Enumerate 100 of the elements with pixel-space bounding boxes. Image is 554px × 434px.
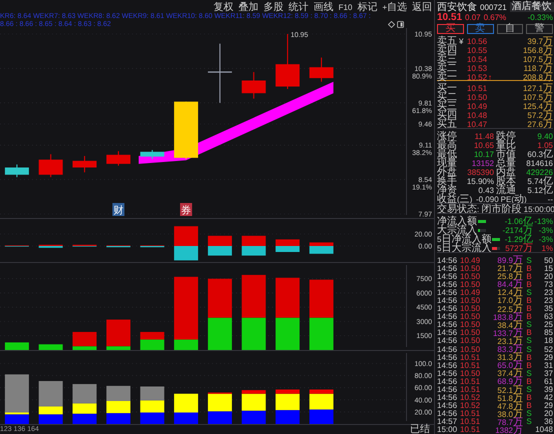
toolbar-button[interactable]: +自选	[382, 3, 407, 13]
stat-value: 429226	[525, 168, 553, 176]
toolbar-button[interactable]: 统计	[288, 3, 309, 13]
trade-side: B	[526, 401, 532, 410]
diamond-icon[interactable]	[388, 20, 395, 28]
trade-price: 10.50	[460, 328, 482, 338]
level-label: 买四	[437, 111, 457, 120]
sector-change: -0.33%	[528, 13, 553, 22]
trade-count: 35	[543, 304, 553, 314]
sector-tag[interactable]: 酒店餐饮	[510, 2, 554, 12]
ask-volume: 107.5万	[522, 54, 553, 65]
stat-label: 最低	[437, 149, 457, 160]
trade-side: S	[526, 288, 532, 297]
trade-time: 14:56	[437, 409, 458, 418]
bid-volume: 57.2万	[526, 110, 553, 121]
candle	[106, 150, 130, 166]
stat-value: 5.12亿	[526, 185, 553, 197]
stat-value: 10.17	[472, 150, 494, 158]
volume-bar	[242, 318, 266, 350]
trade-time: 14:56	[437, 272, 458, 281]
toolbar-button[interactable]: 画线	[314, 3, 334, 13]
trade-price: 10.51	[460, 360, 482, 370]
ratio-bar	[106, 401, 130, 414]
trade-count: 42	[543, 393, 553, 402]
trade-side: B	[526, 312, 532, 322]
info-tag[interactable]: 券	[180, 203, 192, 216]
ask-volume: 39.7万	[526, 35, 553, 47]
candle	[309, 57, 334, 82]
trade-amount: 1382万	[494, 424, 523, 434]
stat-value: 814616	[525, 158, 553, 168]
candle	[174, 101, 198, 160]
flow-percent: -13%	[534, 216, 553, 226]
action-button[interactable]: 自	[496, 24, 524, 34]
toolbar-button[interactable]: F10	[338, 3, 352, 13]
ratio-bar	[140, 386, 164, 400]
flow-amount: -1.29亿	[504, 234, 533, 245]
ratio-bar	[208, 411, 232, 424]
toolbar-button[interactable]: 返回	[412, 3, 432, 13]
action-button[interactable]: 警	[526, 24, 553, 34]
info-tag[interactable]: 财	[112, 203, 124, 216]
candle	[242, 72, 266, 100]
status-label: 已结	[410, 425, 431, 434]
volume-bar	[208, 318, 232, 350]
flow-label: 净流入额	[437, 214, 477, 227]
level-label: 卖五	[437, 37, 457, 46]
bid-price: 10.47	[467, 120, 488, 128]
level-label: 卖二	[437, 64, 457, 73]
trade-side: S	[526, 320, 532, 330]
trade-time: 14:56	[437, 336, 458, 346]
stat-label: 涨停	[437, 130, 457, 142]
trade-price: 10.51	[460, 425, 482, 434]
flow-amount: -2174万	[502, 225, 533, 236]
stat-label: 最高	[437, 140, 457, 151]
bid-volume: 125.4万	[522, 101, 553, 112]
ratio-bar	[309, 409, 334, 424]
trade-price: 10.51	[460, 409, 482, 418]
trade-price: 10.50	[460, 296, 482, 305]
panel-icon[interactable]	[397, 20, 404, 28]
trade-time: 14:56	[437, 352, 458, 362]
trade-side: S	[526, 256, 532, 264]
trade-side: B	[526, 304, 532, 314]
stock-code: 000721	[480, 2, 507, 12]
candle	[4, 164, 29, 178]
trade-time: 14:56	[437, 385, 458, 394]
toolbar-button[interactable]: 叠加	[238, 3, 259, 13]
toolbar-button[interactable]: 多股	[264, 3, 284, 13]
trade-count: 31	[543, 360, 553, 370]
toolbar-button[interactable]: 标记	[357, 3, 378, 13]
trade-price: 10.50	[460, 336, 482, 346]
action-button[interactable]: 卖	[466, 24, 494, 34]
trade-time: 14:56	[437, 280, 458, 289]
level-label: 卖三	[437, 55, 457, 64]
trade-count: 61	[543, 376, 553, 386]
trade-side: B	[526, 280, 532, 289]
trade-count: 20	[543, 272, 553, 281]
ask-price: 10.55	[467, 46, 488, 54]
flow-amount: 5727万	[504, 243, 533, 255]
stat-value: 9.40	[536, 132, 553, 140]
indicator-bar	[174, 226, 198, 246]
up-mark: ↑	[488, 72, 492, 82]
ratio-bar	[140, 412, 164, 424]
trade-price: 10.49	[460, 256, 482, 264]
stat-label: 内盘	[496, 166, 516, 178]
trade-price: 10.51	[460, 376, 482, 386]
volume-bar	[309, 280, 334, 318]
trade-price: 10.51	[460, 385, 482, 394]
stat-label: 跌停	[496, 130, 516, 142]
trade-count: 18	[543, 336, 553, 346]
flow-percent: -3%	[538, 226, 553, 234]
trade-count: 29	[543, 401, 553, 410]
trade-side: S	[526, 336, 532, 346]
trade-time: 14:56	[437, 360, 458, 370]
stat-label: 市值	[496, 148, 516, 160]
toolbar-button[interactable]: 复权	[214, 3, 234, 13]
trade-side: B	[526, 360, 532, 370]
trade-count: 63	[543, 312, 553, 322]
trade-time: 14:56	[437, 328, 458, 338]
stat-value: 0.43	[477, 186, 494, 194]
change-percent: 0.67%	[484, 13, 506, 22]
trade-count: 85	[543, 328, 553, 338]
